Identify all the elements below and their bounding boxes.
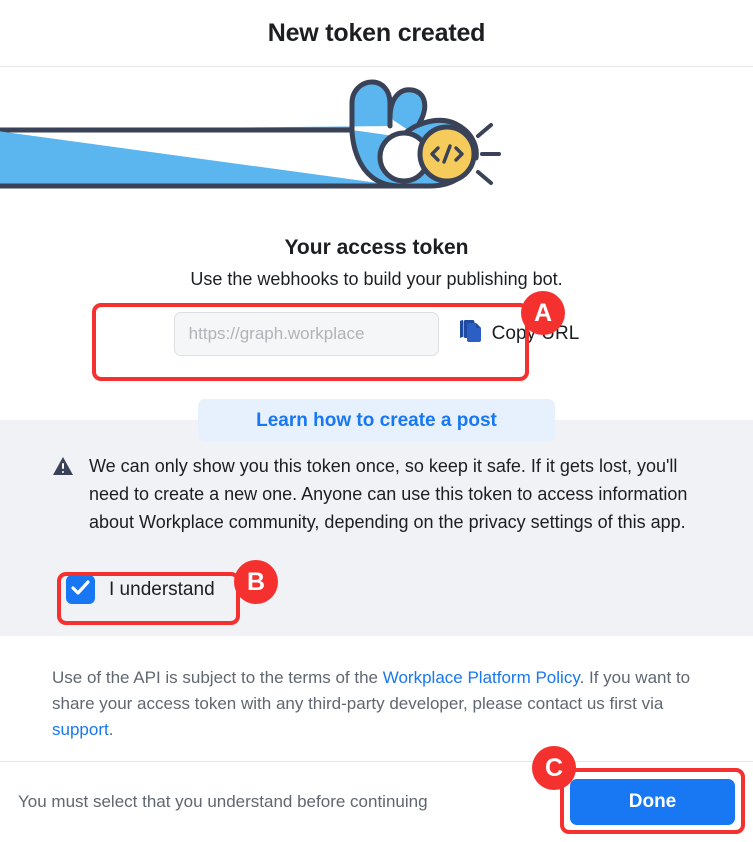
checkmark-icon — [71, 579, 90, 600]
dialog-footer: You must select that you understand befo… — [0, 761, 753, 842]
i-understand-row[interactable]: I understand — [66, 575, 215, 604]
learn-how-to-create-post-button[interactable]: Learn how to create a post — [198, 399, 555, 442]
warning-body: We can only show you this token once, so… — [52, 452, 712, 536]
ok-hand-code-badge-icon — [0, 79, 501, 189]
done-button[interactable]: Done — [570, 779, 735, 825]
i-understand-label: I understand — [109, 578, 215, 600]
new-token-created-dialog: New token created Your access token Use … — [0, 0, 753, 842]
dialog-header: New token created — [0, 0, 753, 67]
footer-status-note: You must select that you understand befo… — [18, 792, 428, 811]
warning-section: We can only show you this token once, so… — [0, 420, 753, 636]
workplace-platform-policy-link[interactable]: Workplace Platform Policy — [383, 668, 580, 687]
i-understand-checkbox[interactable] — [66, 575, 95, 604]
copy-icon — [459, 318, 483, 350]
api-notice-part3: . — [108, 720, 114, 739]
access-token-title: Your access token — [284, 236, 469, 259]
api-terms-notice: Use of the API is subject to the terms o… — [52, 665, 702, 743]
copy-url-button[interactable]: Copy URL — [459, 318, 580, 350]
page-title: New token created — [267, 18, 486, 47]
access-token-subtitle: Use the webhooks to build your publishin… — [190, 269, 563, 289]
api-notice-part1: Use of the API is subject to the terms o… — [52, 668, 383, 687]
access-token-section: Your access token Use the webhooks to bu… — [0, 222, 753, 420]
token-input-row: Copy URL — [0, 312, 753, 356]
copy-url-label: Copy URL — [491, 323, 580, 344]
warning-triangle-icon — [52, 452, 74, 536]
hero-illustration — [0, 68, 753, 218]
token-url-input[interactable] — [173, 312, 439, 356]
warning-text: We can only show you this token once, so… — [89, 456, 688, 532]
support-link[interactable]: support — [52, 720, 109, 739]
